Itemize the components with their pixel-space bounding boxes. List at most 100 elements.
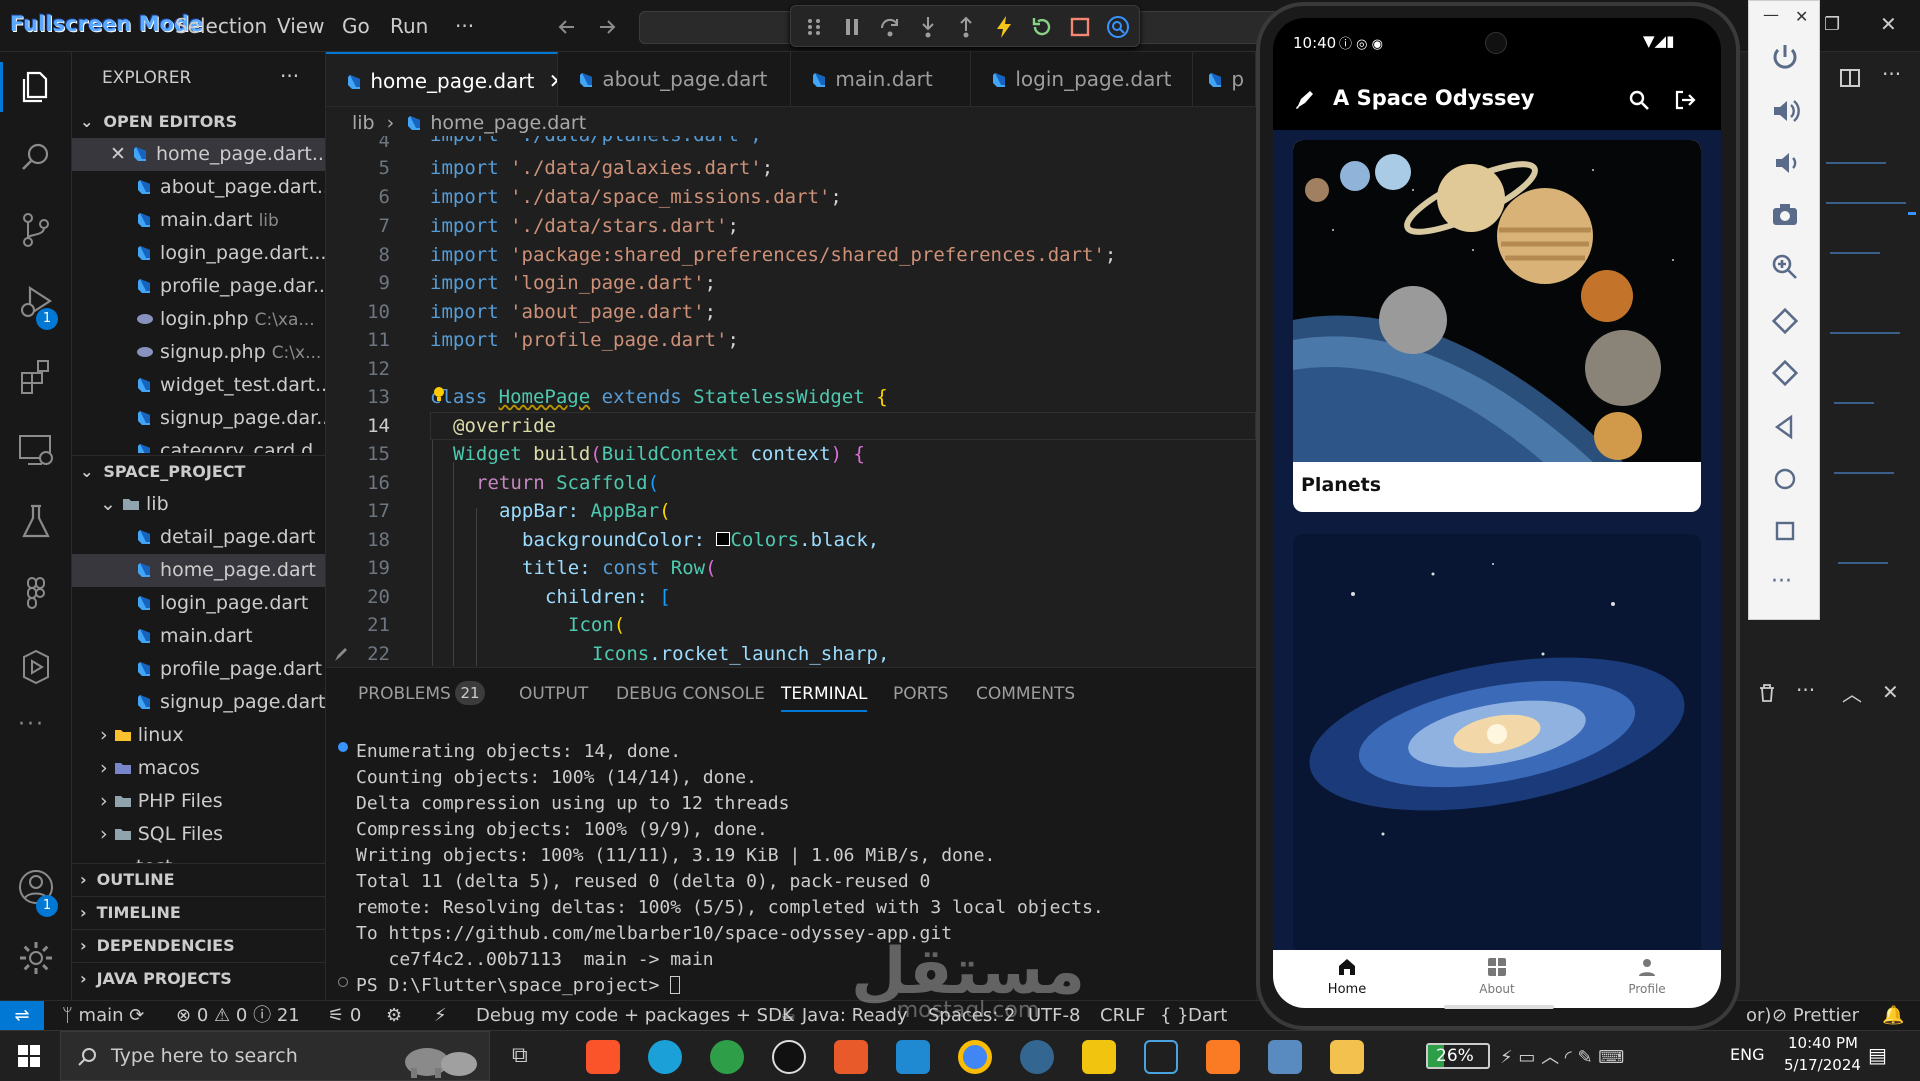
tab-home-page[interactable]: home_page.dart ✕ — [326, 52, 558, 106]
windows-start-icon[interactable] — [18, 1045, 40, 1067]
scrollbar[interactable] — [1906, 732, 1910, 992]
input-language[interactable]: ENG — [1730, 1045, 1764, 1064]
tab-login-page[interactable]: login_page.dart — [971, 52, 1193, 106]
open-editor-item[interactable]: main.dart lib — [72, 204, 325, 237]
tray-icons[interactable]: ⚡ ▭ ︿ ◜ ✎ ⌨ — [1500, 1043, 1624, 1069]
space-project-section[interactable]: ⌄ SPACE_PROJECT — [72, 455, 325, 487]
extensions-icon[interactable] — [16, 357, 56, 397]
drag-handle-icon[interactable] — [801, 14, 827, 40]
file-item[interactable]: signup_page.dart — [72, 686, 325, 719]
folder-sql-files[interactable]: › SQL Files — [72, 818, 325, 851]
gesture-bar[interactable] — [1444, 1005, 1554, 1009]
close-icon[interactable]: ✕ — [1795, 7, 1808, 26]
editor-more-icon[interactable]: ··· — [1882, 62, 1901, 86]
open-editor-item[interactable]: category_card.d... — [72, 435, 325, 453]
lightbulb-icon[interactable] — [432, 386, 446, 402]
ports-status[interactable]: ⚟ 0 — [328, 1001, 361, 1031]
xampp-icon[interactable] — [1206, 1040, 1240, 1074]
tab-profile-page[interactable]: p — [1193, 52, 1256, 106]
menu-selection[interactable]: Selection — [175, 0, 267, 52]
devtools-icon[interactable] — [1105, 14, 1131, 40]
file-item[interactable]: detail_page.dart — [72, 521, 325, 554]
close-icon[interactable]: ✕ — [549, 69, 557, 93]
open-editor-item[interactable]: widget_test.dart... — [72, 369, 325, 402]
eol-status[interactable]: CRLF — [1100, 1001, 1145, 1031]
emulator-more-icon[interactable]: ··· — [1771, 569, 1792, 594]
panel-more-icon[interactable]: ··· — [1796, 678, 1815, 702]
camera-icon[interactable] — [1769, 199, 1801, 231]
nav-profile[interactable]: Profile — [1593, 956, 1701, 1002]
split-editor-icon[interactable] — [1838, 66, 1862, 90]
logout-icon[interactable] — [1673, 88, 1697, 112]
tab-main[interactable]: main.dart — [791, 52, 971, 106]
outline-section[interactable]: › OUTLINE — [72, 863, 325, 895]
tab-problems[interactable]: PROBLEMS — [358, 684, 451, 704]
step-over-icon[interactable] — [877, 14, 903, 40]
close-window-icon[interactable]: ✕ — [1880, 12, 1897, 36]
postgres-icon[interactable] — [1020, 1040, 1054, 1074]
generic-app-icon[interactable] — [1268, 1040, 1302, 1074]
restart-icon[interactable] — [1029, 14, 1055, 40]
tab-output[interactable]: OUTPUT — [519, 684, 588, 704]
breadcrumb-folder[interactable]: lib — [352, 112, 375, 134]
task-view-icon[interactable]: ⧉ — [512, 1043, 528, 1068]
folder-linux[interactable]: › linux — [72, 719, 325, 752]
volume-down-icon[interactable] — [1769, 147, 1801, 179]
flutter-devices-icon[interactable] — [16, 647, 56, 687]
flash-icon[interactable]: ⚡ — [434, 1001, 447, 1031]
menu-run[interactable]: Run — [390, 0, 428, 52]
folder-test[interactable]: test — [72, 851, 325, 863]
remote-explorer-icon[interactable] — [16, 430, 56, 470]
open-editor-item[interactable]: about_page.dart... — [72, 171, 325, 204]
trash-icon[interactable] — [1756, 682, 1778, 704]
file-item[interactable]: home_page.dart — [72, 554, 325, 587]
tab-terminal[interactable]: TERMINAL — [781, 684, 868, 712]
player-icon[interactable] — [1082, 1040, 1116, 1074]
office-icon[interactable] — [834, 1040, 868, 1074]
open-editor-item[interactable]: signup.php C:\x... — [72, 336, 325, 369]
search-icon[interactable] — [16, 137, 56, 177]
menu-go[interactable]: Go — [342, 0, 370, 52]
nav-about[interactable]: About — [1443, 956, 1551, 1002]
category-card-planets[interactable]: Planets — [1293, 140, 1701, 512]
notification-center-icon[interactable]: ▤ — [1868, 1043, 1887, 1067]
stop-icon[interactable] — [1067, 14, 1093, 40]
clock-date[interactable]: 5/17/2024 — [1784, 1056, 1861, 1074]
notifications-bell-icon[interactable]: 🔔 — [1882, 1001, 1904, 1031]
menu-more[interactable]: ··· — [455, 0, 474, 52]
rotate-right-icon[interactable] — [1769, 357, 1801, 389]
folder-lib[interactable]: ⌄ lib — [72, 488, 325, 521]
vscode-icon[interactable] — [896, 1040, 930, 1074]
terminal-prompt[interactable]: PS D:\Flutter\space_project> — [356, 975, 681, 996]
debug-config[interactable]: Debug my code + packages + SDK — [476, 1001, 794, 1031]
settings-gear-icon[interactable] — [16, 938, 56, 978]
problems-status[interactable]: ⊗ 0 ⚠ 0 ⓘ 21 — [176, 1001, 300, 1031]
step-into-icon[interactable] — [915, 14, 941, 40]
explorer-icon[interactable] — [16, 67, 56, 107]
more-views-icon[interactable]: ··· — [18, 712, 45, 737]
figma-icon[interactable] — [16, 574, 56, 614]
restore-window-icon[interactable]: ❐ — [1824, 14, 1840, 35]
close-icon[interactable]: ✕ — [110, 143, 126, 165]
open-editor-item[interactable]: signup_page.dar... — [72, 402, 325, 435]
tab-ports[interactable]: PORTS — [893, 684, 948, 704]
tab-comments[interactable]: COMMENTS — [976, 684, 1075, 704]
file-item[interactable]: profile_page.dart — [72, 653, 325, 686]
app-body[interactable]: Planets — [1273, 130, 1721, 950]
minimap[interactable] — [1822, 142, 1916, 682]
dependencies-section[interactable]: › DEPENDENCIES — [72, 929, 325, 961]
file-item[interactable]: main.dart — [72, 620, 325, 653]
chevron-up-icon[interactable]: ︿ — [1842, 678, 1862, 707]
file-item[interactable]: login_page.dart — [72, 587, 325, 620]
java-projects-section[interactable]: › JAVA PROJECTS — [72, 962, 325, 994]
open-editor-item[interactable]: profile_page.dar... — [72, 270, 325, 303]
nav-home[interactable]: Home — [1293, 956, 1401, 1002]
zoom-icon[interactable] — [1769, 251, 1801, 283]
clock-time[interactable]: 10:40 PM — [1788, 1034, 1858, 1052]
step-out-icon[interactable] — [953, 14, 979, 40]
edge-icon[interactable] — [648, 1040, 682, 1074]
open-editor-item[interactable]: login_page.dart... — [72, 237, 325, 270]
color-swatch[interactable] — [716, 532, 731, 546]
home-circle-icon[interactable] — [1769, 463, 1801, 495]
taskbar-search[interactable]: Type here to search — [60, 1031, 490, 1081]
